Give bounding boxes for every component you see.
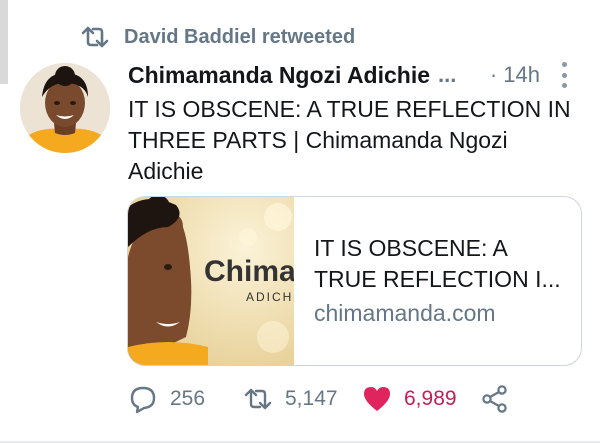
reply-count: 256 [170,387,206,410]
share-button[interactable] [480,381,510,417]
tweet[interactable]: Chimamanda Ngozi Adichie ... · 14h IT IS… [128,60,580,187]
card-domain: chimamanda.com [314,300,496,326]
card-title: IT IS OBSCENE: A TRUE REFLECTION I... [314,235,561,292]
tweet-header: Chimamanda Ngozi Adichie ... · 14h [128,60,580,90]
tweet-text: IT IS OBSCENE: A TRUE REFLECTION IN THRE… [128,96,571,184]
left-edge-strip [0,0,8,84]
tweet-actions: 256 5,147 6,989 [128,381,588,417]
author-truncation: ... [438,62,457,87]
card-image: Chimamanda ADICHIE [128,197,294,365]
more-icon[interactable] [554,62,574,88]
tweet-time[interactable]: · 14h [490,62,540,88]
retweet-count: 5,147 [285,387,338,410]
card-image-subtext: ADICHIE [246,290,294,304]
retweeted-by-label: David Baddiel retweeted [124,25,356,48]
avatar-photo [20,63,110,153]
reply-icon [130,386,156,414]
like-button[interactable]: 6,989 [362,381,457,417]
author-name[interactable]: Chimamanda Ngozi Adichie [128,62,430,89]
avatar[interactable] [20,63,110,153]
share-icon [482,385,507,413]
card-image-logotype: Chimamanda [204,255,294,288]
retweet-context[interactable]: David Baddiel retweeted [80,22,355,52]
link-preview-card[interactable]: Chimamanda ADICHIE IT IS OBSCENE: A TRUE… [127,196,582,366]
heart-icon [364,387,390,411]
reply-button[interactable]: 256 [128,381,205,417]
retweet-icon [244,388,272,410]
retweet-button[interactable]: 5,147 [243,381,338,417]
retweet-icon [81,26,109,48]
like-count: 6,989 [404,387,457,410]
